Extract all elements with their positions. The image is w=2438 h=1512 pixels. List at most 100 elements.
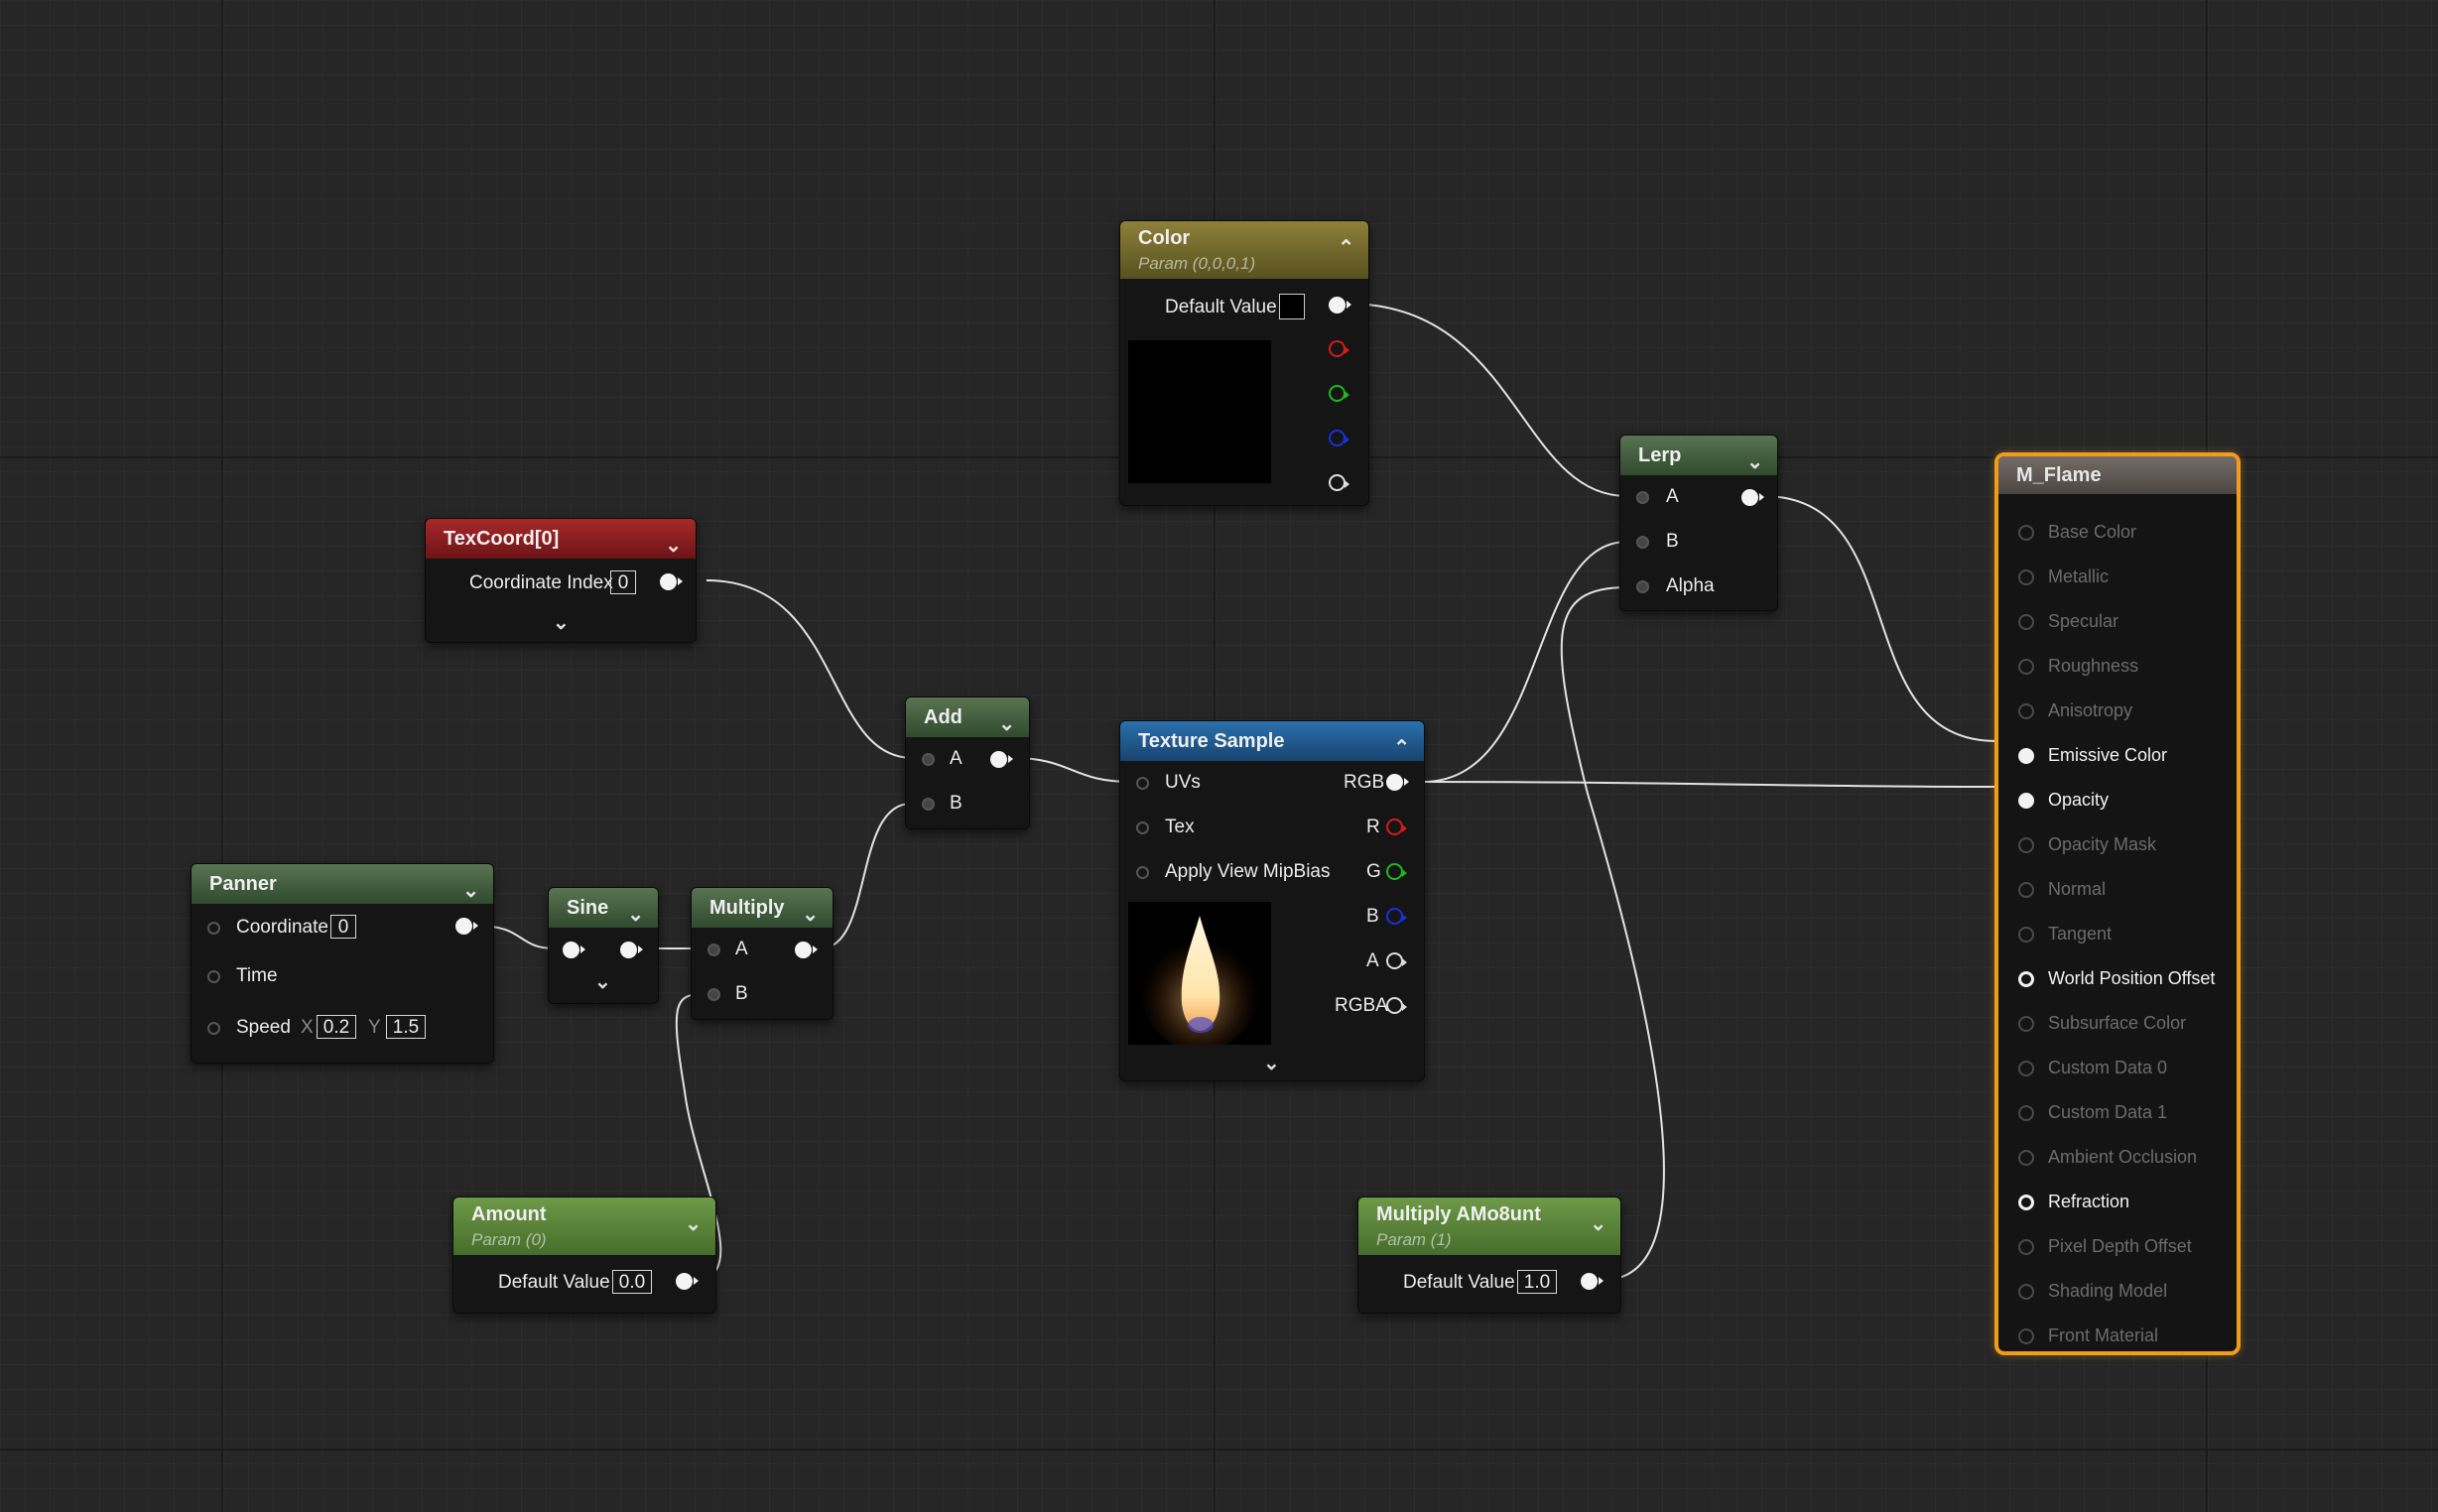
speed-y-field[interactable]: 1.5 xyxy=(386,1015,426,1039)
output-pin[interactable] xyxy=(660,573,683,590)
input-label: Shading Model xyxy=(2048,1281,2168,1301)
input-pin[interactable] xyxy=(2018,1150,2034,1166)
amount-param-node[interactable]: Amount Param (0) ⌄ Default Value 0.0 xyxy=(452,1197,716,1314)
node-subtitle: Param (0) xyxy=(471,1230,547,1249)
output-pin-g[interactable] xyxy=(1329,385,1349,402)
input-pin[interactable] xyxy=(2018,1284,2034,1300)
color-param-node[interactable]: Color Param (0,0,0,1) ⌃ Default Value xyxy=(1119,220,1369,506)
chevron-down-icon[interactable]: ⌄ xyxy=(685,1211,702,1236)
input-pin[interactable] xyxy=(2018,837,2034,853)
input-pin-coordinate[interactable] xyxy=(207,922,220,935)
node-header[interactable]: Add ⌄ xyxy=(906,697,1029,737)
output-pin-b[interactable] xyxy=(1386,908,1407,925)
chevron-down-icon[interactable]: ⌄ xyxy=(1590,1211,1606,1236)
input-pin-a[interactable] xyxy=(922,753,935,766)
node-header[interactable]: Multiply ⌄ xyxy=(692,888,833,928)
multiply-node[interactable]: Multiply ⌄ A B xyxy=(691,887,834,1020)
default-value-field[interactable]: 1.0 xyxy=(1517,1270,1557,1294)
output-pin-r[interactable] xyxy=(1329,340,1349,357)
output-pin[interactable] xyxy=(795,942,818,958)
chevron-down-icon[interactable]: ⌄ xyxy=(462,871,479,911)
input-pin[interactable] xyxy=(2018,614,2034,630)
chevron-down-icon[interactable]: ⌄ xyxy=(627,895,644,935)
node-header[interactable]: Color Param (0,0,0,1) ⌃ xyxy=(1120,221,1368,279)
node-header[interactable]: Sine ⌄ xyxy=(549,888,658,928)
input-label-b: B xyxy=(950,793,962,814)
input-pin[interactable] xyxy=(2018,703,2034,719)
output-pin-a[interactable] xyxy=(1329,474,1349,491)
output-pin-b[interactable] xyxy=(1329,430,1349,446)
output-pin-rgb[interactable] xyxy=(1386,774,1409,791)
chevron-down-icon[interactable]: ⌄ xyxy=(665,526,682,566)
output-pin[interactable] xyxy=(620,942,643,958)
input-pin[interactable] xyxy=(2018,882,2034,898)
lerp-node[interactable]: Lerp ⌄ A B Alpha xyxy=(1619,435,1778,611)
coordinate-index-field[interactable]: 0 xyxy=(610,570,636,594)
output-pin[interactable] xyxy=(676,1273,699,1290)
input-pin-a[interactable] xyxy=(1636,491,1649,504)
chevron-down-icon[interactable]: ⌄ xyxy=(998,704,1015,744)
chevron-up-icon[interactable]: ⌃ xyxy=(1393,728,1410,768)
input-pin[interactable] xyxy=(2018,971,2034,987)
input-label-alpha: Alpha xyxy=(1666,575,1715,596)
input-pin-time[interactable] xyxy=(207,970,220,983)
input-pin-a[interactable] xyxy=(707,944,720,956)
output-pin-r[interactable] xyxy=(1386,819,1407,835)
texture-sample-node[interactable]: Texture Sample ⌃ UVs Tex Apply View MipB… xyxy=(1119,720,1425,1081)
add-node[interactable]: Add ⌄ A B xyxy=(905,696,1030,829)
output-pin[interactable] xyxy=(1581,1273,1604,1290)
expand-chevron-icon[interactable]: ⌄ xyxy=(594,969,611,994)
input-pin[interactable] xyxy=(2018,525,2034,541)
output-pin[interactable] xyxy=(990,751,1013,768)
input-pin[interactable] xyxy=(563,942,585,958)
output-pin[interactable] xyxy=(1741,489,1764,506)
texcoord-node[interactable]: TexCoord[0] ⌄ Coordinate Index 0 ⌄ xyxy=(425,518,697,643)
input-pin[interactable] xyxy=(2018,748,2034,764)
chevron-down-icon[interactable]: ⌄ xyxy=(802,895,819,935)
output-pin[interactable] xyxy=(455,918,478,935)
node-header[interactable]: Lerp ⌄ xyxy=(1620,436,1777,475)
output-pin-rgba[interactable] xyxy=(1386,997,1407,1014)
input-pin[interactable] xyxy=(2018,1061,2034,1076)
sine-node[interactable]: Sine ⌄ ⌄ xyxy=(548,887,659,1004)
input-pin-uvs[interactable] xyxy=(1136,777,1149,790)
color-swatch[interactable] xyxy=(1279,294,1305,319)
expand-chevron-icon[interactable]: ⌄ xyxy=(553,610,570,635)
input-pin[interactable] xyxy=(2018,927,2034,943)
input-pin-speed[interactable] xyxy=(207,1022,220,1035)
default-value-field[interactable]: 0.0 xyxy=(612,1270,652,1294)
input-pin[interactable] xyxy=(2018,659,2034,675)
node-header[interactable]: Panner ⌄ xyxy=(192,864,493,904)
input-pin[interactable] xyxy=(2018,1016,2034,1032)
material-result-node[interactable]: M_Flame Base Color Metallic Specular Roughn… xyxy=(1994,452,2241,1355)
multiply-amount-param-node[interactable]: Multiply AMo8unt Param (1) ⌄ Default Val… xyxy=(1357,1197,1621,1314)
output-pin-a[interactable] xyxy=(1386,952,1407,969)
input-pin[interactable] xyxy=(2018,793,2034,809)
speed-x-field[interactable]: 0.2 xyxy=(317,1015,356,1039)
chevron-up-icon[interactable]: ⌃ xyxy=(1338,235,1354,260)
input-pin[interactable] xyxy=(2018,1239,2034,1255)
chevron-down-icon[interactable]: ⌄ xyxy=(1746,442,1763,482)
panner-node[interactable]: Panner ⌄ Coordinate 0 Time Speed X 0.2 Y… xyxy=(191,863,494,1064)
input-pin-b[interactable] xyxy=(1636,536,1649,549)
node-header[interactable]: Texture Sample ⌃ xyxy=(1120,721,1424,761)
coordinate-field[interactable]: 0 xyxy=(330,915,356,939)
input-pin[interactable] xyxy=(2018,1105,2034,1121)
node-header[interactable]: Amount Param (0) ⌄ xyxy=(453,1197,715,1255)
node-header[interactable]: M_Flame xyxy=(1998,456,2237,494)
input-pin-b[interactable] xyxy=(922,798,935,811)
input-pin[interactable] xyxy=(2018,569,2034,585)
input-pin-tex[interactable] xyxy=(1136,821,1149,834)
input-pin-mipbias[interactable] xyxy=(1136,866,1149,879)
input-pin[interactable] xyxy=(2018,1195,2034,1210)
node-header[interactable]: TexCoord[0] ⌄ xyxy=(426,519,696,559)
input-pin-b[interactable] xyxy=(707,988,720,1001)
wire-add-to-texture-uvs xyxy=(1012,757,1132,783)
input-pin-alpha[interactable] xyxy=(1636,580,1649,593)
output-pin-g[interactable] xyxy=(1386,863,1407,880)
input-pin[interactable] xyxy=(2018,1328,2034,1344)
output-pin-rgba[interactable] xyxy=(1329,297,1351,314)
expand-chevron-icon[interactable]: ⌄ xyxy=(1263,1051,1280,1075)
node-header[interactable]: Multiply AMo8unt Param (1) ⌄ xyxy=(1358,1197,1620,1255)
input-label-speed: Speed xyxy=(236,1017,291,1038)
